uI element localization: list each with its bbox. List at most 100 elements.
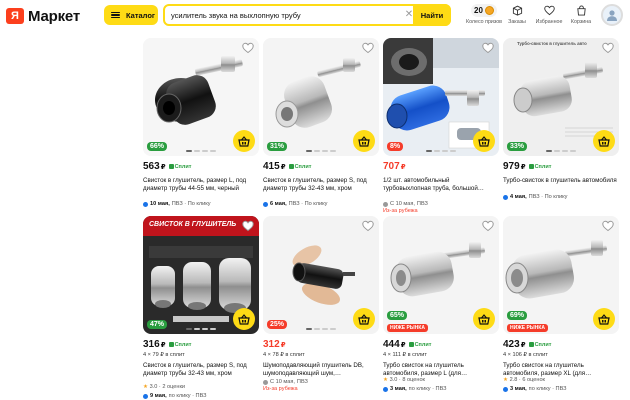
discount-badge: 47%	[147, 320, 168, 329]
split-badge: Сплит	[168, 342, 191, 348]
heart-icon	[543, 5, 555, 15]
delivery-info: С 10 мая, ПВЗ	[263, 379, 379, 385]
installment-info: 4 × 78 ₽ в сплит	[263, 352, 305, 358]
price: 444₽	[383, 339, 406, 350]
installment-info: 4 × 111 ₽ в сплит	[383, 352, 427, 358]
price: 423₽	[503, 339, 526, 350]
basket-icon	[238, 313, 250, 325]
split-badge: Сплит	[528, 342, 551, 348]
abroad-label: Из-за рубежа	[383, 208, 418, 214]
add-to-cart-button[interactable]	[593, 130, 615, 152]
image-pager	[306, 328, 336, 330]
product-card[interactable]: 31% 415₽ Сплит Свисток в глушитель, разме…	[263, 38, 379, 207]
split-badge: Сплит	[528, 164, 551, 170]
rating: ★ 3.0 · 2 оценки	[143, 384, 186, 390]
avatar[interactable]	[601, 4, 623, 26]
product-card[interactable]: 66% 563₽ Сплит Свисток в глушитель, разме…	[143, 38, 259, 207]
product-image[interactable]: 25%	[263, 216, 379, 334]
discount-badge: 65%	[387, 311, 408, 320]
price: 979₽	[503, 161, 526, 172]
installment-info: 4 × 106 ₽ в сплит	[503, 352, 548, 358]
product-title[interactable]: Свисток в глушитель, размер S, под диаме…	[143, 362, 259, 385]
basket-icon	[358, 313, 370, 325]
image-pager	[546, 150, 576, 152]
discount-badge: 33%	[507, 142, 528, 151]
basket-icon	[358, 135, 370, 147]
catalog-button[interactable]: Каталог	[104, 5, 158, 25]
rating: ★ 2.8 · 6 оценок	[503, 377, 546, 383]
header: Я Маркет Каталог ✕ Найти 20 Колесо призо…	[0, 0, 630, 32]
product-image[interactable]: СВИСТОК В ГЛУШИТЕЛЬ 47%	[143, 216, 259, 334]
favorite-icon[interactable]	[482, 42, 494, 54]
catalog-label: Каталог	[126, 10, 156, 20]
add-to-cart-button[interactable]	[353, 130, 375, 152]
product-image[interactable]: Турбо-свисток в глушитель авто 33%	[503, 38, 619, 156]
favorite-icon[interactable]	[482, 220, 494, 232]
discount-badge: 25%	[267, 320, 288, 329]
product-title[interactable]: Свисток в глушитель, размер L, под диаме…	[143, 177, 259, 200]
add-to-cart-button[interactable]	[233, 308, 255, 330]
coins-count: 20	[474, 5, 483, 15]
prize-wheel[interactable]: 20 Колесо призов	[466, 3, 502, 29]
discount-badge: 66%	[147, 142, 168, 151]
product-title[interactable]: Турбо-свисток в глушитель автомобиля	[503, 177, 619, 193]
search-input[interactable]	[171, 8, 393, 22]
product-title[interactable]: Турбо свисток на глушитель автомобиля, р…	[383, 362, 499, 378]
delivery-info: 6 мая, ПВЗ · По клику	[263, 201, 379, 207]
star-icon: ★	[503, 377, 509, 383]
orders-label: Заказы	[508, 19, 526, 25]
split-badge: Сплит	[288, 164, 311, 170]
prize-wheel-label: Колесо призов	[466, 19, 502, 25]
product-card[interactable]: 8% 707₽ 1/2 шт. автомобильный турбовыхло…	[383, 38, 499, 214]
product-title[interactable]: Свисток в глушитель, размер S, под диаме…	[263, 177, 379, 200]
orders-link[interactable]: Заказы	[505, 3, 529, 29]
favorites-link[interactable]: Избранное	[533, 3, 565, 29]
image-pager	[426, 150, 456, 152]
product-card[interactable]: 69% НИЖЕ РЫНКА 423₽ Сплит 4 × 106 ₽ в спл…	[503, 216, 619, 392]
price: 415₽	[263, 161, 286, 172]
product-card[interactable]: 25% 312₽ 4 × 78 ₽ в сплит Шумоподавляющи…	[263, 216, 379, 392]
market-logo[interactable]: Я Маркет	[6, 7, 80, 25]
favorite-icon[interactable]	[242, 42, 254, 54]
product-image[interactable]: 65% НИЖЕ РЫНКА	[383, 216, 499, 334]
cart-link[interactable]: Корзина	[569, 3, 593, 29]
image-pager	[306, 150, 336, 152]
favorite-icon[interactable]	[602, 220, 614, 232]
delivery-info: С 10 мая, ПВЗ	[383, 201, 499, 207]
add-to-cart-button[interactable]	[473, 308, 495, 330]
product-card[interactable]: Турбо-свисток в глушитель авто 33% 979₽ С…	[503, 38, 619, 200]
favorite-icon[interactable]	[242, 220, 254, 232]
logo-ya: Я	[6, 8, 24, 24]
rating: ★ 3.0 · 8 оценок	[383, 377, 426, 383]
discount-badge: 69%	[507, 311, 528, 320]
favorite-icon[interactable]	[602, 42, 614, 54]
delivery-info: 3 мая, по клику · ПВЗ	[383, 386, 499, 392]
favorite-icon[interactable]	[362, 220, 374, 232]
product-image[interactable]: 31%	[263, 38, 379, 156]
price: 563₽	[143, 161, 166, 172]
add-to-cart-button[interactable]	[593, 308, 615, 330]
product-image[interactable]: 69% НИЖЕ РЫНКА	[503, 216, 619, 334]
add-to-cart-button[interactable]	[233, 130, 255, 152]
add-to-cart-button[interactable]	[353, 308, 375, 330]
product-card[interactable]: 65% НИЖЕ РЫНКА 444₽ Сплит 4 × 111 ₽ в спл…	[383, 216, 499, 392]
search-button[interactable]: Найти	[413, 4, 451, 26]
product-title[interactable]: 1/2 шт. автомобильный турбовыхлопная тру…	[383, 177, 499, 200]
product-title[interactable]: Шумоподавляющий глушитель DB, шумоподавл…	[263, 362, 379, 378]
below-market-badge: НИЖЕ РЫНКА	[387, 324, 428, 332]
product-title[interactable]: Турбо свисток на глушитель автомобиля, р…	[503, 362, 619, 378]
price: 312₽	[263, 339, 286, 350]
basket-icon	[598, 313, 610, 325]
product-image[interactable]: 66%	[143, 38, 259, 156]
split-badge: Сплит	[408, 342, 431, 348]
add-to-cart-button[interactable]	[473, 130, 495, 152]
box-icon	[512, 5, 522, 16]
image-pager	[186, 328, 216, 330]
product-card[interactable]: СВИСТОК В ГЛУШИТЕЛЬ 47% 316₽ Сплит 4 × 79…	[143, 216, 259, 399]
product-image[interactable]: 8%	[383, 38, 499, 156]
discount-badge: 8%	[387, 142, 404, 151]
favorite-icon[interactable]	[362, 42, 374, 54]
logo-text: Маркет	[28, 7, 80, 25]
coins-badge: 20	[471, 3, 497, 17]
discount-badge: 31%	[267, 142, 288, 151]
